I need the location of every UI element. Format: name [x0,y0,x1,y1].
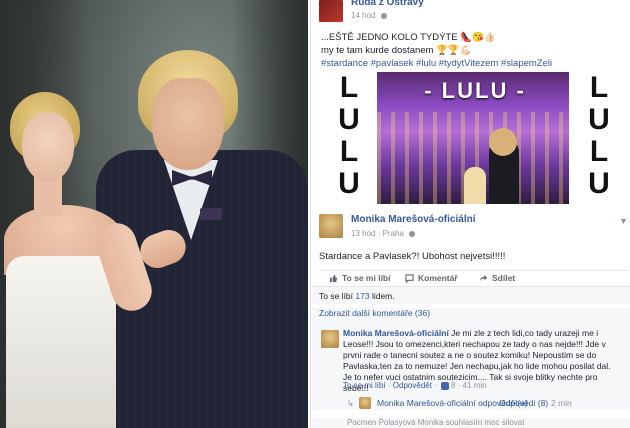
woman-dress [6,256,116,428]
chevron-down-icon[interactable]: ▼ [619,216,628,226]
lulu-letter: U [338,103,360,136]
couple-photo [0,0,308,428]
woman-neck [34,176,62,216]
lulu-letter: U [588,167,610,200]
post-hashtags[interactable]: #stardance #pavlasek #lulu #tydytVitezem… [321,57,621,70]
lulu-letter: L [339,135,359,168]
post-actions: To se mi líbí Komentář Sdílet [319,270,629,286]
timestamp-text[interactable]: 14 hod [351,11,375,20]
post-image[interactable]: L U L U - LULU - L U L U [319,72,629,204]
post-line-2: my te tam kurde dostanem 🏆🏆💪🏻 [321,45,472,56]
post-author[interactable]: Ruda z Ostravy [351,0,424,8]
replies-row[interactable]: ↳ Monika Marešová-oficiální odpověděl(a)… [311,396,630,410]
likes-count[interactable]: 173 [355,291,369,301]
stage-dancer-head [489,128,517,156]
like-label: To se mi líbí [342,273,391,283]
comment-meta: To se mi líbí · Odpovědět · 8 · 41 min [343,381,487,390]
reply-count[interactable]: Odpovědi (8) [499,398,548,408]
post-line-1: ...EŠTĚ JEDNO KOLO TYDÝTE 👠😘👍🏻 [321,32,496,43]
location-text[interactable]: Praha [383,229,404,238]
comment-time[interactable]: 41 min [463,381,487,390]
lulu-letter: U [338,167,360,200]
lulu-vertical-left: L U L U [319,72,379,204]
share-button[interactable]: Sdílet [479,273,515,283]
lulu-letter: U [588,103,610,136]
facebook-feed: Ruda z Ostravy 14 hod ...EŠTĚ JEDNO KOLO… [310,0,630,428]
image-title: - LULU - [424,78,526,103]
comment-label: Komentář [418,273,458,283]
likes-summary: To se líbí 173 lidem. [311,286,630,304]
like-button[interactable]: To se mi líbí [329,273,391,283]
likes-suffix: lidem. [369,291,395,301]
lulu-letter: L [339,72,359,104]
post-timestamp[interactable]: 14 hod [351,11,387,20]
comment-item: Monika Marešová-oficiální Je mi zle z te… [311,324,630,400]
post1-header: Ruda z Ostravy 14 hod [319,0,619,24]
globe-icon [380,12,387,19]
woman-face [22,112,74,182]
post-text: ...EŠTĚ JEDNO KOLO TYDÝTE 👠😘👍🏻 my te tam… [321,31,621,70]
comment-author[interactable]: Monika Marešová-oficiální [343,328,449,338]
globe-icon [409,230,416,237]
thumbs-up-icon [329,275,338,283]
stage-dancer-woman [464,167,486,204]
reply-time: 2 min [551,398,572,408]
reply-avatar [359,397,371,409]
view-more-comments[interactable]: Zobrazit další komentáře (36) [311,308,630,324]
post-timestamp[interactable]: 13 hod · Praha [351,229,416,238]
next-comment-cut: Pocmen Polasyová Monika souhlasím moc si… [311,418,630,428]
thumbs-up-icon [441,381,450,390]
lulu-letter: L [589,72,609,104]
comment-like-link[interactable]: To se mi líbí [343,381,386,390]
share-icon [479,275,488,282]
post-author[interactable]: Monika Marešová-oficiální [351,214,475,225]
comment-like-count[interactable]: 8 [451,381,455,390]
reply-arrow-icon: ↳ [347,398,355,408]
timestamp-text[interactable]: 13 hod [351,229,375,238]
post-text: Stardance a Pavlasek?! Ubohost nejvetsi!… [319,251,506,262]
man-face [152,78,224,170]
share-label: Sdílet [492,273,516,283]
comment-button[interactable]: Komentář [405,273,458,284]
commenter-avatar[interactable] [321,330,339,348]
comment-reply-link[interactable]: Odpovědět [393,381,432,390]
likes-prefix: To se líbí [319,291,356,301]
pocket-square [200,208,222,220]
author-avatar[interactable] [319,0,343,22]
lulu-vertical-right: L U L U [569,72,629,204]
author-avatar[interactable] [319,214,343,238]
comment-icon [405,274,414,284]
lulu-letter: L [589,135,609,168]
